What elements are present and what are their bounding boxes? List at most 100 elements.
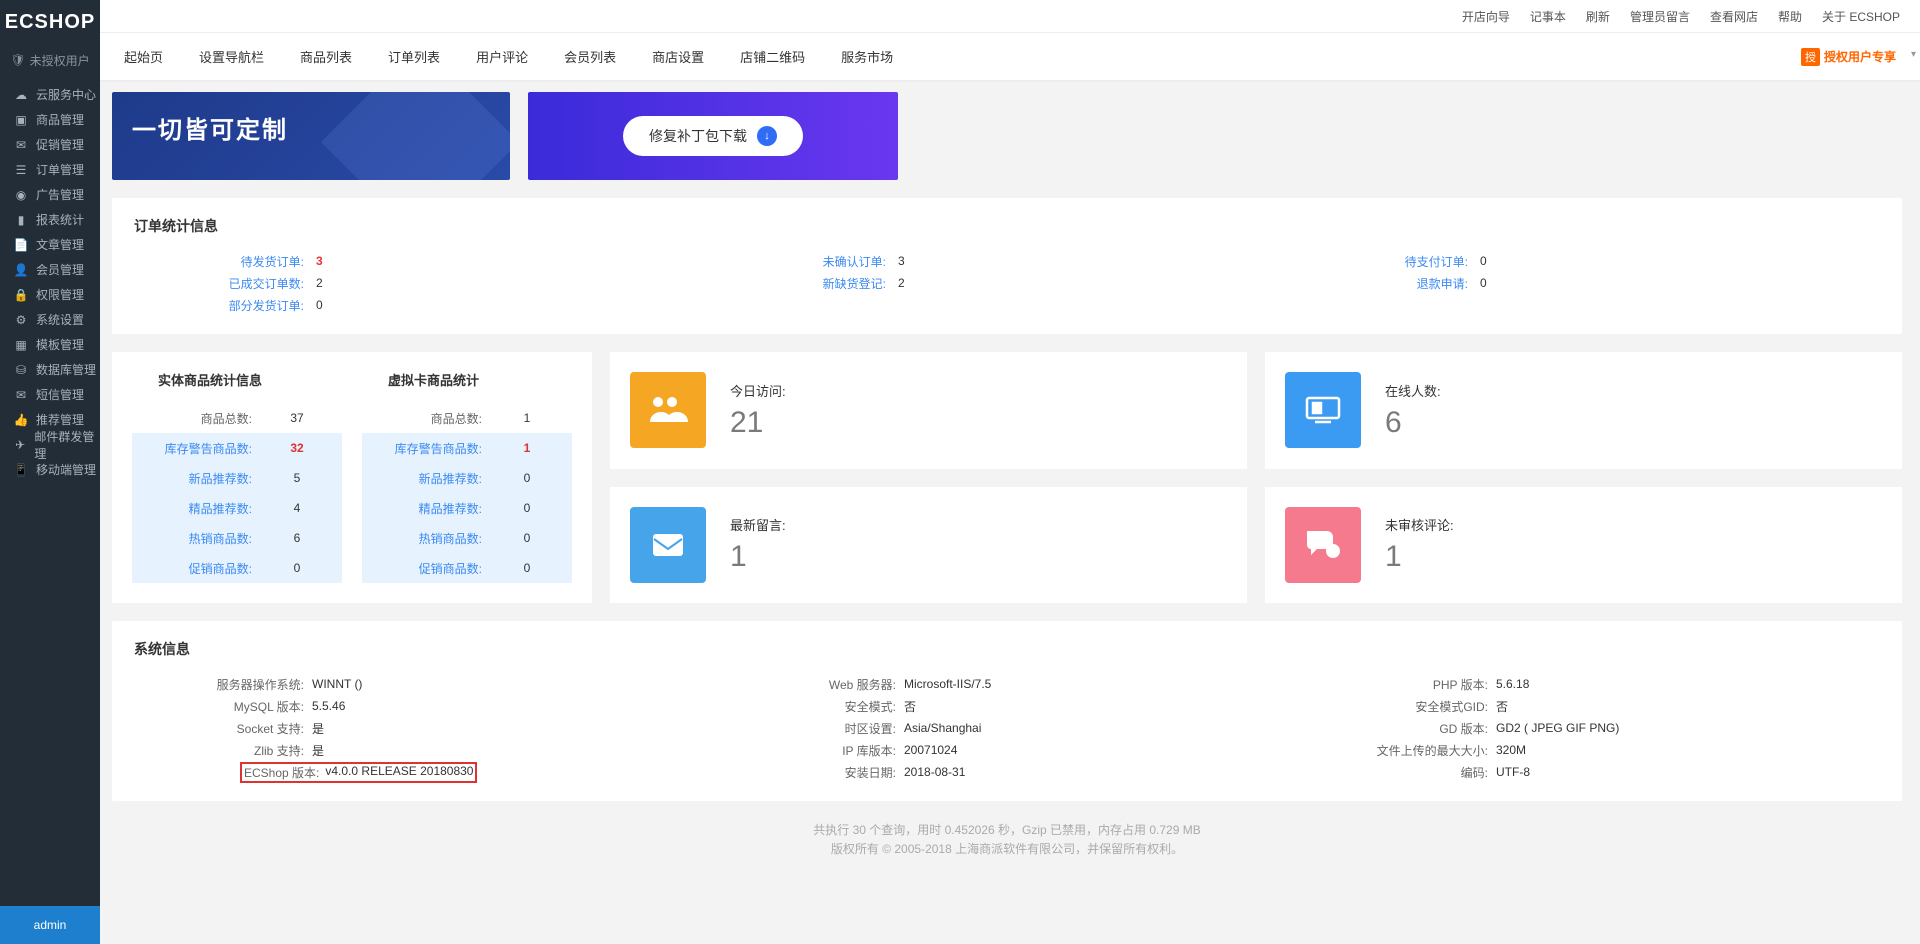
sysinfo-label: 安全模式GID: (1318, 698, 1488, 715)
prod-value: 0 (482, 531, 572, 545)
nav-link-2[interactable]: 商品列表 (300, 50, 352, 65)
sidebar-item-2[interactable]: ✉促销管理 (0, 132, 100, 157)
sidebar-admin-button[interactable]: admin (0, 906, 100, 944)
footer: 共执行 30 个查询，用时 0.452026 秒，Gzip 已禁用，内存占用 0… (112, 821, 1902, 859)
nav-link-0[interactable]: 起始页 (124, 50, 163, 65)
sidebar-item-5[interactable]: ▮报表统计 (0, 207, 100, 232)
topbar-link-3[interactable]: 管理员留言 (1630, 8, 1690, 25)
sidebar-item-11[interactable]: ⛁数据库管理 (0, 357, 100, 382)
sidebar-icon-8: 🔒 (12, 288, 30, 302)
prod-row: 商品总数:1 (362, 403, 572, 433)
sidebar-label-10: 模板管理 (36, 336, 84, 353)
prod-label[interactable]: 库存警告商品数: (362, 440, 482, 457)
auth-status: 🛡 未授权用户 (0, 44, 100, 76)
prod-label[interactable]: 精品推荐数: (132, 500, 252, 517)
prod-value: 0 (252, 561, 342, 575)
order-stat-label[interactable]: 部分发货订单: (134, 297, 304, 314)
sidebar-item-1[interactable]: ▣商品管理 (0, 107, 100, 132)
topbar-link-5[interactable]: 帮助 (1778, 8, 1802, 25)
nav-link-3[interactable]: 订单列表 (388, 50, 440, 65)
sysinfo-row: 安全模式:否 (726, 695, 1288, 717)
patch-download-button[interactable]: 修复补丁包下载 ↓ (623, 116, 803, 156)
topbar-link-2[interactable]: 刷新 (1586, 8, 1610, 25)
order-stat-label[interactable]: 未确认订单: (716, 253, 886, 270)
sysinfo-label: 时区设置: (726, 720, 896, 737)
sidebar-icon-4: ◉ (12, 188, 30, 202)
prod-label[interactable]: 库存警告商品数: (132, 440, 252, 457)
sysinfo-value: v4.0.0 RELEASE 20180830 (325, 764, 473, 781)
prod-row: 热销商品数:6 (132, 523, 342, 553)
order-stat-value: 0 (1480, 276, 1487, 290)
sidebar-item-3[interactable]: ☰订单管理 (0, 157, 100, 182)
topbar-link-4[interactable]: 查看网店 (1710, 8, 1758, 25)
order-stat-label[interactable]: 退款申请: (1298, 275, 1468, 292)
sysinfo-row: Zlib 支持:是 (134, 739, 696, 761)
sidebar-item-9[interactable]: ⚙系统设置 (0, 307, 100, 332)
banner-custom[interactable]: 一切皆可定制 (112, 92, 510, 180)
topbar-link-1[interactable]: 记事本 (1530, 8, 1566, 25)
sidebar-item-8[interactable]: 🔒权限管理 (0, 282, 100, 307)
stat-card-1[interactable]: 在线人数:6 (1265, 352, 1902, 469)
sysinfo-row: Web 服务器:Microsoft-IIS/7.5 (726, 673, 1288, 695)
order-stat-row: 待支付订单:0 (1298, 250, 1880, 272)
prod-value: 4 (252, 501, 342, 515)
prod-row: 精品推荐数:0 (362, 493, 572, 523)
order-stat-value: 3 (316, 254, 323, 268)
stat-card-2[interactable]: 最新留言:1 (610, 487, 1247, 604)
sysinfo-label: 编码: (1318, 764, 1488, 781)
sidebar-item-15[interactable]: 📱移动端管理 (0, 457, 100, 482)
navbar-right[interactable]: 授 授权用户专享 (1801, 48, 1896, 66)
order-stat-label[interactable]: 新缺货登记: (716, 275, 886, 292)
prod-label[interactable]: 促销商品数: (132, 560, 252, 577)
nav-link-1[interactable]: 设置导航栏 (199, 50, 264, 65)
stat-card-3[interactable]: 未审核评论:1 (1265, 487, 1902, 604)
sysinfo-label: Socket 支持: (134, 720, 304, 737)
sidebar-item-10[interactable]: ▦模板管理 (0, 332, 100, 357)
prod-label[interactable]: 促销商品数: (362, 560, 482, 577)
sysinfo-value: 320M (1496, 743, 1526, 757)
prod-label[interactable]: 新品推荐数: (362, 470, 482, 487)
banner-custom-text: 一切皆可定制 (132, 117, 288, 144)
prod-row: 库存警告商品数:1 (362, 433, 572, 463)
prod-label: 商品总数: (362, 410, 482, 427)
topbar-link-6[interactable]: 关于 ECSHOP (1822, 8, 1900, 25)
stat-icon-3 (1285, 507, 1361, 583)
order-stat-label[interactable]: 已成交订单数: (134, 275, 304, 292)
topbar-link-0[interactable]: 开店向导 (1462, 8, 1510, 25)
prod-row: 精品推荐数:4 (132, 493, 342, 523)
sidebar-item-0[interactable]: ☁云服务中心 (0, 82, 100, 107)
order-stat-value: 2 (898, 276, 905, 290)
sidebar-item-6[interactable]: 📄文章管理 (0, 232, 100, 257)
sysinfo-label: 文件上传的最大大小: (1318, 742, 1488, 759)
nav-link-5[interactable]: 会员列表 (564, 50, 616, 65)
order-stat-label[interactable]: 待支付订单: (1298, 253, 1468, 270)
banner-patch[interactable]: 修复补丁包下载 ↓ (528, 92, 898, 180)
nav-link-7[interactable]: 店铺二维码 (740, 50, 805, 65)
nav-link-6[interactable]: 商店设置 (652, 50, 704, 65)
sidebar-icon-3: ☰ (12, 163, 30, 177)
sidebar-item-14[interactable]: ✈邮件群发管理 (0, 432, 100, 457)
sidebar-item-7[interactable]: 👤会员管理 (0, 257, 100, 282)
prod-title-2: 虚拟卡商品统计 (362, 370, 572, 389)
order-stat-value: 0 (316, 298, 323, 312)
sysinfo-label: 安装日期: (726, 764, 896, 781)
shield-icon: 🛡 (10, 53, 25, 67)
prod-value: 1 (482, 441, 572, 455)
prod-label[interactable]: 精品推荐数: (362, 500, 482, 517)
sysinfo-label: 服务器操作系统: (134, 676, 304, 693)
prod-label[interactable]: 新品推荐数: (132, 470, 252, 487)
sidebar-item-12[interactable]: ✉短信管理 (0, 382, 100, 407)
nav-link-8[interactable]: 服务市场 (841, 50, 893, 65)
prod-label[interactable]: 热销商品数: (362, 530, 482, 547)
order-stat-label[interactable]: 待发货订单: (134, 253, 304, 270)
sidebar-label-2: 促销管理 (36, 136, 84, 153)
prod-label[interactable]: 热销商品数: (132, 530, 252, 547)
sidebar-icon-1: ▣ (12, 113, 30, 127)
stat-card-0[interactable]: 今日访问:21 (610, 352, 1247, 469)
nav-link-4[interactable]: 用户评论 (476, 50, 528, 65)
caret-down-icon[interactable]: ▾ (1911, 49, 1916, 60)
sysinfo-row: 安全模式GID:否 (1318, 695, 1880, 717)
sidebar-item-4[interactable]: ◉广告管理 (0, 182, 100, 207)
order-stat-value: 2 (316, 276, 323, 290)
order-stat-value: 3 (898, 254, 905, 268)
